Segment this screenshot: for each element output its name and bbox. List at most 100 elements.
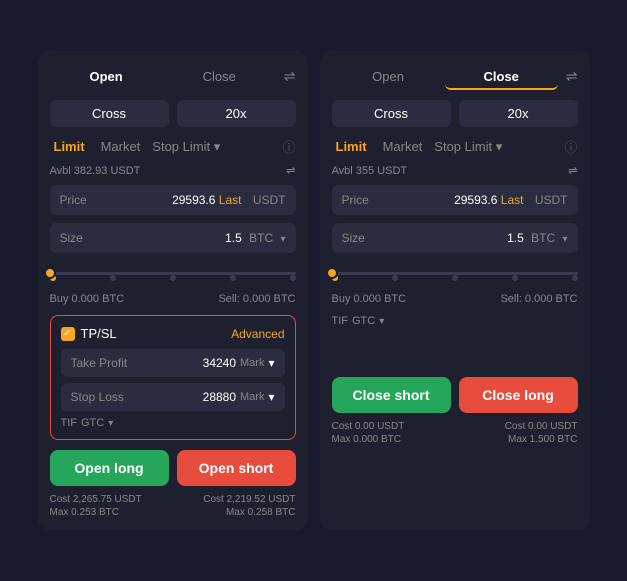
close-tif-label: TIF [332,315,349,327]
leverage-btn[interactable]: 20x [177,100,296,127]
close-long-button[interactable]: Close long [459,377,578,413]
size-input[interactable]: Size 1.5 BTC ▾ [50,223,296,253]
tpsl-header: ✓ TP/SL Advanced [61,326,285,341]
action-row: Open long Open short [50,450,296,486]
close-size-input[interactable]: Size 1.5 BTC ▾ [332,223,578,253]
slider-dot-25 [110,275,116,281]
market-btn[interactable]: Market [97,137,145,156]
open-short-button[interactable]: Open short [177,450,296,486]
tpsl-checkbox[interactable]: ✓ [61,327,75,341]
close-leverage-btn[interactable]: 20x [459,100,578,127]
slider-dot-100 [290,275,296,281]
close-size-dropdown-icon: ▾ [562,234,567,245]
price-input[interactable]: Price 29593.6 Last USDT [50,185,296,215]
close-price-label: Price [342,193,369,207]
cost-row: Cost 2,265.75 USDT Max 0.253 BTC Cost 2,… [50,494,296,518]
slider-dots [50,275,296,281]
close-price-input[interactable]: Price 29593.6 Last USDT [332,185,578,215]
tif-value[interactable]: GTC [81,417,104,429]
close-margin-type-btn[interactable]: Cross [332,100,451,127]
stop-loss-number: 28880 [203,390,236,404]
cost-long-col: Cost 2,265.75 USDT Max 0.253 BTC [50,494,142,518]
stop-limit-btn[interactable]: Stop Limit ▾ [152,139,220,155]
buy-sell-row: Buy 0.000 BTC Sell: 0.000 BTC [50,293,296,305]
stop-loss-label: Stop Loss [71,390,124,404]
size-label: Size [60,231,83,245]
close-leverage-row: Cross 20x [332,100,578,127]
close-tif-value[interactable]: GTC [352,315,375,327]
advanced-link[interactable]: Advanced [231,327,284,341]
slider-dot-75 [230,275,236,281]
close-size-unit: BTC [531,231,555,245]
close-price-unit: USDT [535,193,568,207]
settings-icon[interactable]: ⇌ [284,68,296,85]
close-tab-open-inactive[interactable]: Open [332,63,445,90]
close-slider-dots [332,275,578,281]
close-cost-long-max: Max 1.500 BTC [505,434,578,445]
slider-track [50,272,296,275]
info-icon: ⓘ [282,137,295,156]
close-cost-row: Cost 0.00 USDT Max 0.000 BTC Cost 0.00 U… [332,421,578,445]
close-slider-thumb[interactable] [326,267,338,279]
size-slider[interactable] [50,263,296,283]
take-profit-unit: Mark [240,357,264,369]
close-slider-dot-100 [572,275,578,281]
close-stop-limit-btn[interactable]: Stop Limit ▾ [434,139,502,155]
close-price-value: 29593.6 Last USDT [454,193,567,207]
slider-thumb[interactable] [44,267,56,279]
close-cost-long-col: Cost 0.00 USDT Max 1.500 BTC [505,421,578,445]
close-settings-icon[interactable]: ⇌ [566,68,578,85]
size-value: 1.5 BTC ▾ [225,231,285,245]
tab-open[interactable]: Open [50,63,163,90]
close-cost-long-label: Cost 0.00 USDT [505,421,578,432]
cost-long-label: Cost 2,265.75 USDT [50,494,142,505]
size-unit: BTC [249,231,273,245]
close-avbl-row: Avbl 355 USDT ⇌ [332,164,578,177]
sell-text: Sell: 0.000 BTC [218,293,295,305]
close-slider-dot-25 [392,275,398,281]
checkbox-check: ✓ [63,328,71,339]
close-short-button[interactable]: Close short [332,377,451,413]
buy-text: Buy 0.000 BTC [50,293,125,305]
tpsl-label: TP/SL [81,326,117,341]
stop-loss-value: 28880 Mark ▾ [203,390,275,404]
avbl-text: Avbl 382.93 USDT [50,165,141,177]
close-size-number: 1.5 [507,231,524,245]
limit-btn[interactable]: Limit [50,137,89,156]
close-info-icon: ⓘ [564,137,577,156]
close-cost-short-max: Max 0.000 BTC [332,434,405,445]
close-sell-text: Sell: 0.000 BTC [500,293,577,305]
stop-loss-input[interactable]: Stop Loss 28880 Mark ▾ [61,383,285,411]
stop-loss-dropdown-icon: ▾ [268,390,274,404]
close-price-last: Last [501,193,524,207]
leverage-row: Cross 20x [50,100,296,127]
close-avbl-text: Avbl 355 USDT [332,165,408,177]
tab-close-inactive[interactable]: Close [163,63,276,90]
tab-row-close: Open Close ⇌ [332,63,578,90]
open-panel: Open Close ⇌ Cross 20x Limit Market Stop… [38,51,308,530]
close-order-type-row: Limit Market Stop Limit ▾ ⓘ [332,137,578,156]
order-type-row: Limit Market Stop Limit ▾ ⓘ [50,137,296,156]
tpsl-section: ✓ TP/SL Advanced Take Profit 34240 Mark … [50,315,296,440]
close-market-btn[interactable]: Market [379,137,427,156]
close-size-slider[interactable] [332,263,578,283]
close-size-value: 1.5 BTC ▾ [507,231,567,245]
close-transfer-icon[interactable]: ⇌ [568,164,577,177]
tab-row-open: Open Close ⇌ [50,63,296,90]
transfer-icon[interactable]: ⇌ [286,164,295,177]
tpsl-checkbox-label[interactable]: ✓ TP/SL [61,326,117,341]
close-slider-dot-50 [452,275,458,281]
close-tab-close-active[interactable]: Close [445,63,558,90]
take-profit-value: 34240 Mark ▾ [203,356,275,370]
margin-type-btn[interactable]: Cross [50,100,169,127]
take-profit-input[interactable]: Take Profit 34240 Mark ▾ [61,349,285,377]
price-label: Price [60,193,87,207]
stop-loss-unit: Mark [240,391,264,403]
open-long-button[interactable]: Open long [50,450,169,486]
slider-dot-50 [170,275,176,281]
tif-dropdown-icon: ▾ [108,418,113,429]
take-profit-dropdown-icon: ▾ [268,356,274,370]
close-limit-btn[interactable]: Limit [332,137,371,156]
price-number: 29593.6 [172,193,215,207]
tif-label: TIF [61,417,78,429]
